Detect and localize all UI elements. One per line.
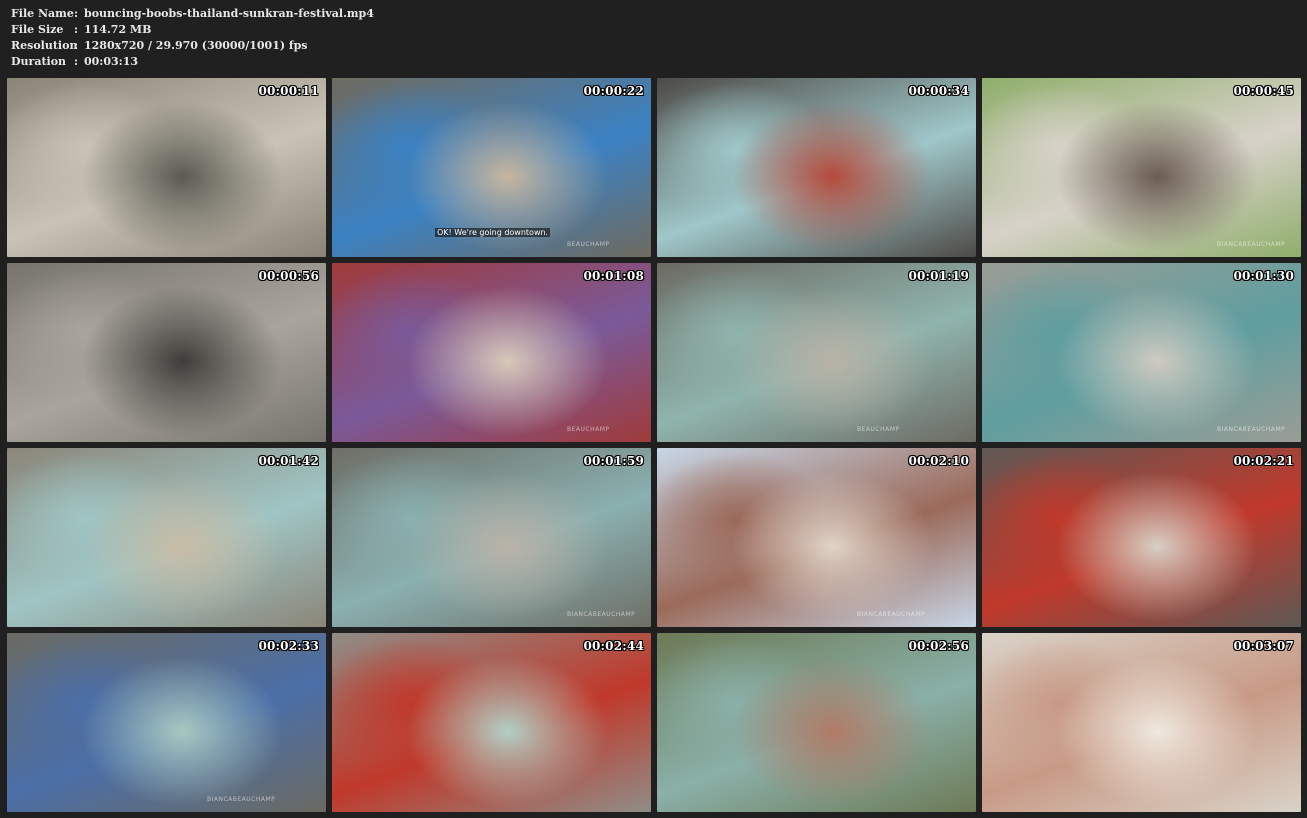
thumbnail-frame[interactable]: 00:00:45 BIANCABEAUCHAMP (982, 78, 1301, 257)
file-info-value: 1280x720 / 29.970 (30000/1001) fps (84, 39, 308, 52)
thumbnail-frame[interactable]: 00:01:59 BIANCABEAUCHAMP (332, 448, 651, 627)
file-info-value: bouncing-boobs-thailand-sunkran-festival… (84, 7, 374, 20)
thumbnail-frame[interactable]: 00:02:21 (982, 448, 1301, 627)
video-frame-image (982, 448, 1301, 627)
file-info-label: Duration (11, 55, 67, 68)
file-info-label: Resolution (11, 39, 78, 52)
thumbnail-frame[interactable]: 00:02:56 (657, 633, 976, 812)
video-frame-image (7, 448, 326, 627)
file-info-row: File Name: bouncing-boobs-thailand-sunkra… (11, 6, 811, 22)
thumbnail-frame[interactable]: 00:00:34 (657, 78, 976, 257)
frame-timestamp: 00:02:56 (908, 639, 969, 653)
thumbnail-grid: 00:00:11 00:00:22 OK! We're going downtown… (7, 78, 1301, 812)
frame-timestamp: 00:01:08 (583, 269, 644, 283)
video-frame-image (982, 78, 1301, 257)
file-info-separator: : (74, 7, 79, 20)
frame-timestamp: 00:01:42 (258, 454, 319, 468)
frame-timestamp: 00:02:44 (583, 639, 644, 653)
video-frame-image (332, 263, 651, 442)
frame-timestamp: 00:03:07 (1233, 639, 1294, 653)
frame-timestamp: 00:00:45 (1233, 84, 1294, 98)
frame-watermark: BIANCABEAUCHAMP (857, 611, 926, 618)
frame-timestamp: 00:01:30 (1233, 269, 1294, 283)
video-frame-image (657, 633, 976, 812)
thumbnail-frame[interactable]: 00:02:10 BIANCABEAUCHAMP (657, 448, 976, 627)
thumbnail-frame[interactable]: 00:01:08 BEAUCHAMP (332, 263, 651, 442)
video-frame-image (657, 78, 976, 257)
video-frame-image (7, 263, 326, 442)
file-info-separator: : (74, 39, 79, 52)
video-frame-image (332, 448, 651, 627)
thumbnail-frame[interactable]: 00:01:42 (7, 448, 326, 627)
video-frame-image (982, 263, 1301, 442)
file-info-label: File Size (11, 23, 64, 36)
frame-timestamp: 00:02:21 (1233, 454, 1294, 468)
video-frame-image (657, 448, 976, 627)
file-info-row: Resolution:1280x720 / 29.970 (30000/1001… (11, 38, 811, 54)
frame-watermark: BIANCABEAUCHAMP (567, 611, 636, 618)
video-frame-image (7, 78, 326, 257)
frame-watermark: BEAUCHAMP (567, 426, 610, 433)
file-info-label: File Name (11, 7, 74, 20)
thumbnail-frame[interactable]: 00:01:30 BIANCABEAUCHAMP (982, 263, 1301, 442)
thumbnail-frame[interactable]: 00:02:33 BIANCABEAUCHAMP (7, 633, 326, 812)
file-info-separator: : (74, 23, 79, 36)
video-frame-image (657, 263, 976, 442)
frame-subtitle: OK! We're going downtown. (435, 228, 551, 237)
thumbnail-frame[interactable]: 00:00:11 (7, 78, 326, 257)
frame-timestamp: 00:01:19 (908, 269, 969, 283)
frame-timestamp: 00:00:11 (258, 84, 319, 98)
frame-timestamp: 00:02:10 (908, 454, 969, 468)
thumbnail-frame[interactable]: 00:02:44 (332, 633, 651, 812)
frame-timestamp: 00:00:22 (583, 84, 644, 98)
frame-timestamp: 00:00:34 (908, 84, 969, 98)
file-info-row: File Size:114.72 MB (11, 22, 811, 38)
frame-watermark: BIANCABEAUCHAMP (1217, 426, 1286, 433)
video-frame-image (982, 633, 1301, 812)
file-info-value: 00:03:13 (84, 55, 139, 68)
frame-timestamp: 00:02:33 (258, 639, 319, 653)
file-info-row: Duration:00:03:13 (11, 54, 811, 70)
file-info-separator: : (74, 55, 79, 68)
frame-watermark: BEAUCHAMP (567, 241, 610, 248)
video-frame-image (7, 633, 326, 812)
frame-timestamp: 00:01:59 (583, 454, 644, 468)
thumbnail-frame[interactable]: 00:00:56 (7, 263, 326, 442)
frame-timestamp: 00:00:56 (258, 269, 319, 283)
video-frame-image (332, 633, 651, 812)
thumbnail-frame[interactable]: 00:01:19 BEAUCHAMP (657, 263, 976, 442)
file-info-value: 114.72 MB (84, 23, 152, 36)
frame-watermark: BEAUCHAMP (857, 426, 900, 433)
thumbnail-frame[interactable]: 00:03:07 (982, 633, 1301, 812)
frame-watermark: BIANCABEAUCHAMP (207, 796, 276, 803)
file-info-header: File Name: bouncing-boobs-thailand-sunkra… (11, 6, 811, 72)
thumbnail-frame[interactable]: 00:00:22 OK! We're going downtown. BEAUCHA… (332, 78, 651, 257)
frame-watermark: BIANCABEAUCHAMP (1217, 241, 1286, 248)
